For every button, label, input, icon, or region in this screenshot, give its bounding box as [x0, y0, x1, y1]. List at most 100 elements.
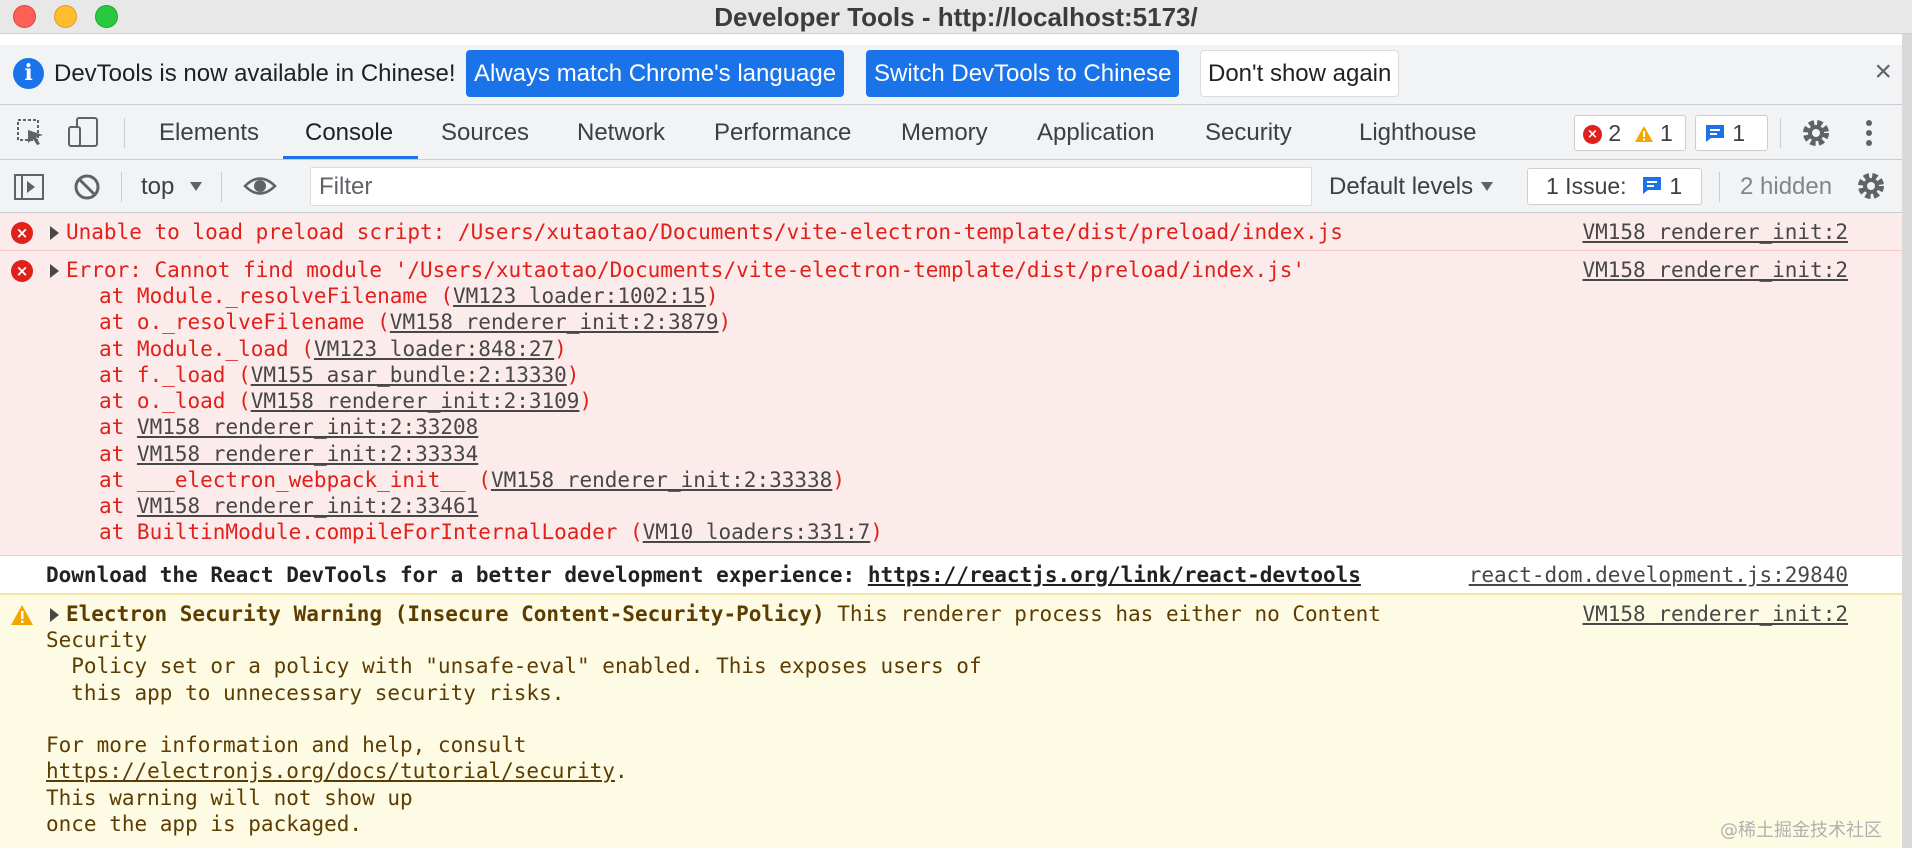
toolbar-divider	[1780, 118, 1781, 148]
active-tab-indicator	[283, 156, 418, 159]
sidebar-toggle-icon[interactable]	[13, 172, 45, 207]
source-link[interactable]: VM158 renderer_init:2	[1582, 601, 1848, 627]
react-devtools-link[interactable]: https://reactjs.org/link/react-devtools	[868, 563, 1361, 587]
tab-console[interactable]: Console	[305, 119, 393, 147]
issues-label: 1 Issue:	[1546, 173, 1627, 199]
tab-security[interactable]: Security	[1205, 119, 1292, 147]
warning-text: Policy set or a policy with "unsafe-eval…	[46, 654, 982, 678]
live-expression-eye-icon[interactable]	[243, 173, 277, 204]
stack-frame: at VM158 renderer_init:2:33461	[99, 494, 479, 518]
error-icon: ×	[11, 222, 33, 244]
tab-network[interactable]: Network	[577, 119, 665, 147]
error-count: 2	[1608, 120, 1622, 146]
warning-text: This warning will not show up	[46, 786, 413, 810]
settings-gear-icon[interactable]	[1800, 117, 1832, 154]
tab-sources[interactable]: Sources	[441, 119, 529, 147]
stack-frame: at Module._load (VM123 loader:848:27)	[99, 337, 567, 361]
more-options-icon[interactable]	[1864, 117, 1874, 154]
close-icon[interactable]: ×	[1874, 57, 1892, 87]
warning-text: Electron Security Warning (Insecure Cont…	[66, 602, 1381, 626]
watermark: @稀土掘金技术社区	[1720, 820, 1882, 841]
stack-frame: at f._load (VM155 asar_bundle:2:13330)	[99, 363, 580, 387]
stack-frame: at VM158 renderer_init:2:33334	[99, 442, 479, 466]
console-info-message: Download the React DevTools for a better…	[0, 556, 1902, 594]
stack-frame-link[interactable]: VM123 loader:1002:15	[453, 284, 706, 308]
tab-lighthouse[interactable]: Lighthouse	[1359, 119, 1476, 147]
window-title: Developer Tools - http://localhost:5173/	[714, 2, 1198, 32]
clear-console-icon[interactable]	[72, 172, 102, 207]
tab-memory[interactable]: Memory	[901, 119, 988, 147]
expand-triangle-icon[interactable]	[50, 226, 59, 240]
console-error-message: × Error: Cannot find module '/Users/xuta…	[0, 251, 1902, 556]
filter-input[interactable]	[311, 168, 1311, 205]
hidden-count: 2 hidden	[1740, 173, 1833, 200]
dont-show-again-button[interactable]: Don't show again	[1200, 50, 1400, 97]
main-toolbar: Elements Console Sources Network Perform…	[0, 105, 1902, 160]
error-icon: ×	[11, 260, 33, 282]
console-error-message: × Unable to load preload script: /Users/…	[0, 213, 1902, 251]
error-warning-counter[interactable]: × 2 1	[1574, 115, 1686, 151]
message-icon	[1641, 170, 1663, 205]
stack-frame: at BuiltinModule.compileForInternalLoade…	[99, 520, 883, 544]
stack-frame: at o._load (VM158 renderer_init:2:3109)	[99, 389, 593, 413]
stack-frame: at ___electron_webpack_init__ (VM158 ren…	[99, 468, 845, 492]
switch-to-chinese-button[interactable]: Switch DevTools to Chinese	[866, 50, 1180, 97]
source-link[interactable]: VM158 renderer_init:2	[1582, 257, 1848, 283]
stack-frame: at o._resolveFilename (VM158 renderer_in…	[99, 310, 732, 334]
warning-count: 1	[1659, 120, 1673, 146]
stack-frame-link[interactable]: VM123 loader:848:27	[314, 337, 554, 361]
error-text: Error: Cannot find module '/Users/xutaot…	[66, 258, 1306, 282]
chevron-down-icon[interactable]	[1480, 179, 1494, 197]
issues-button[interactable]: 1 Issue: 1	[1527, 168, 1702, 205]
warning-icon	[1634, 118, 1654, 152]
stack-frame-link[interactable]: VM158 renderer_init:2:33338	[491, 468, 832, 492]
stack-frame-link[interactable]: VM10 loaders:331:7	[643, 520, 871, 544]
expand-triangle-icon[interactable]	[50, 608, 59, 622]
warning-text: Security	[46, 628, 148, 652]
language-infobar: i DevTools is now available in Chinese! …	[0, 45, 1902, 105]
warning-text: once the app is packaged.	[46, 812, 363, 836]
console-settings-gear-icon[interactable]	[1855, 170, 1887, 207]
device-toolbar-icon[interactable]	[66, 116, 100, 153]
chevron-down-icon[interactable]	[189, 179, 203, 197]
match-language-button[interactable]: Always match Chrome's language	[466, 50, 845, 97]
log-levels-dropdown[interactable]: Default levels	[1329, 173, 1473, 201]
console-warning-message: Electron Security Warning (Insecure Cont…	[0, 594, 1902, 848]
toolbar-divider	[124, 118, 125, 148]
source-link[interactable]: react-dom.development.js:29840	[1469, 562, 1848, 588]
tab-elements[interactable]: Elements	[159, 119, 259, 147]
stack-frame-link[interactable]: VM155 asar_bundle:2:13330	[251, 363, 567, 387]
message-count: 1	[1732, 120, 1746, 146]
stack-frame: at Module._resolveFilename (VM123 loader…	[99, 284, 719, 308]
warning-text: For more information and help, consult	[46, 733, 527, 757]
warning-icon	[10, 604, 34, 631]
stack-frame-link[interactable]: VM158 renderer_init:2:33334	[137, 442, 478, 466]
expand-triangle-icon[interactable]	[50, 264, 59, 278]
toolbar-divider	[1719, 172, 1720, 202]
error-text: Unable to load preload script: /Users/xu…	[66, 220, 1343, 244]
stack-frame-link[interactable]: VM158 renderer_init:2:3879	[390, 310, 719, 334]
warning-text: this app to unnecessary security risks.	[46, 681, 565, 705]
window-titlebar: Developer Tools - http://localhost:5173/	[0, 0, 1912, 34]
message-icon	[1704, 118, 1726, 152]
electron-security-link[interactable]: https://electronjs.org/docs/tutorial/sec…	[46, 759, 615, 783]
source-link[interactable]: VM158 renderer_init:2	[1582, 219, 1848, 245]
tab-application[interactable]: Application	[1037, 119, 1154, 147]
stack-frame-link[interactable]: VM158 renderer_init:2:33208	[137, 415, 478, 439]
toolbar-divider	[121, 172, 122, 202]
console-toolbar: top Default levels 1 Issue: 1 2 hidden	[0, 160, 1902, 213]
infobar-message: DevTools is now available in Chinese!	[54, 60, 456, 87]
stack-frame-link[interactable]: VM158 renderer_init:2:33461	[137, 494, 478, 518]
filter-input-box[interactable]	[310, 167, 1312, 206]
error-icon: ×	[1583, 125, 1602, 145]
stack-frame-link[interactable]: VM158 renderer_init:2:3109	[251, 389, 580, 413]
info-text: Download the React DevTools for a better…	[46, 563, 1361, 587]
stack-frame: at VM158 renderer_init:2:33208	[99, 415, 479, 439]
issues-count: 1	[1669, 173, 1683, 199]
inspect-element-icon[interactable]	[16, 118, 46, 153]
toolbar-divider	[221, 172, 222, 202]
message-counter[interactable]: 1	[1695, 115, 1768, 151]
tab-performance[interactable]: Performance	[714, 119, 851, 147]
info-icon: i	[13, 58, 44, 89]
context-selector[interactable]: top	[141, 173, 174, 201]
